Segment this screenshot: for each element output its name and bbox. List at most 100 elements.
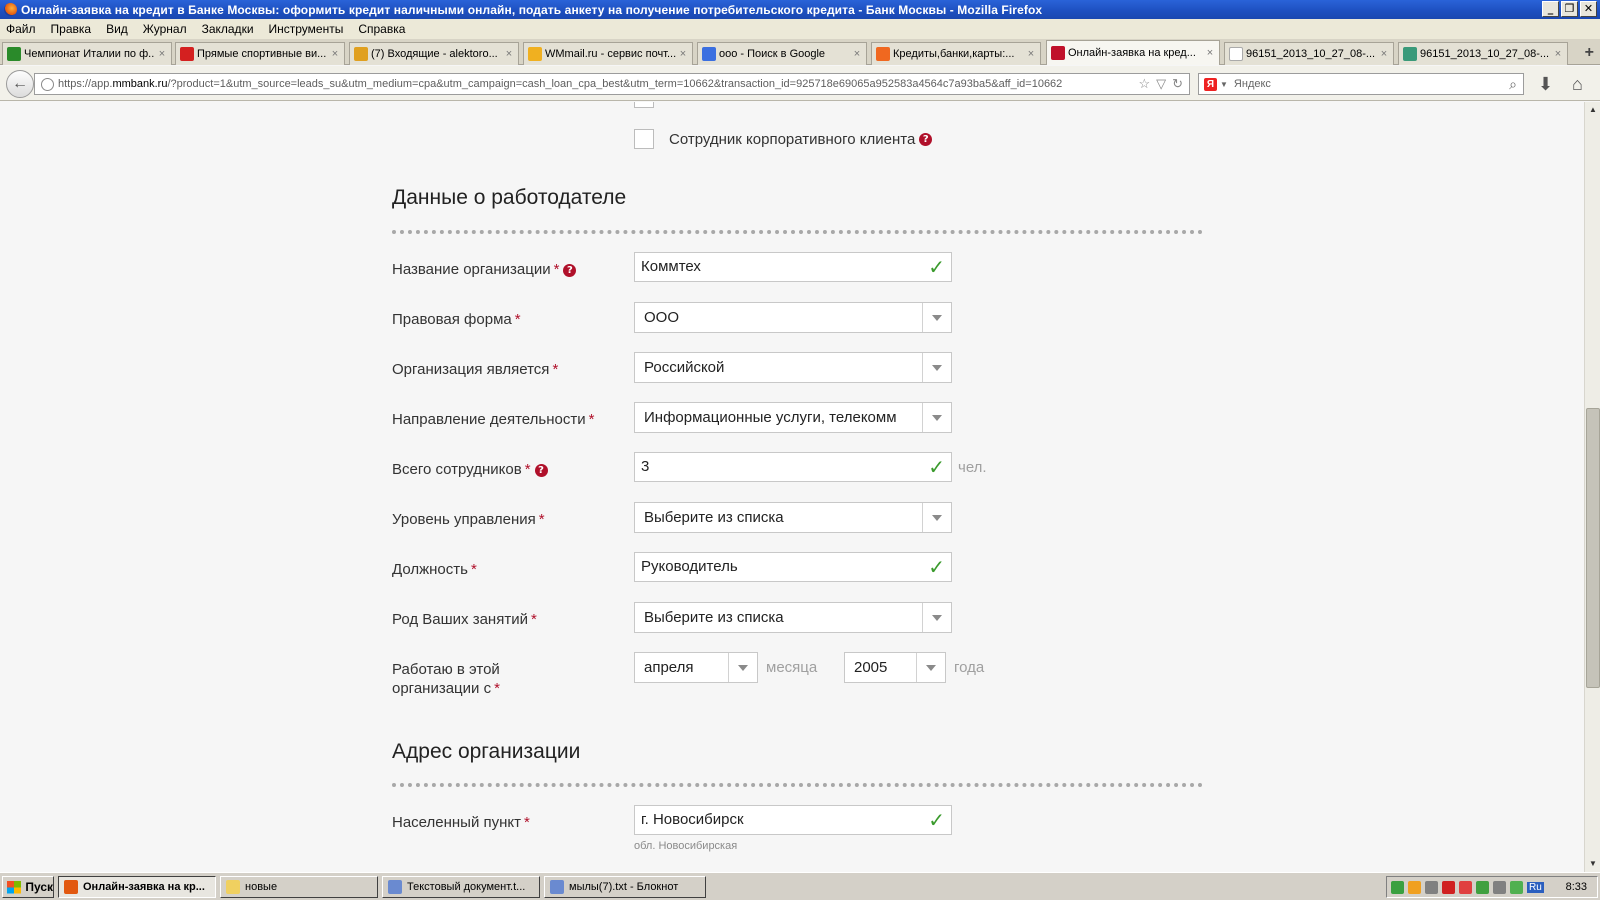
scrollbar-thumb[interactable] xyxy=(1586,408,1600,688)
tab-8[interactable]: 96151_2013_10_27_08-... × xyxy=(1224,42,1394,65)
taskbar-item-folder[interactable]: новые xyxy=(220,876,378,898)
org-name-input[interactable]: Коммтех ✓ xyxy=(634,252,952,282)
reload-icon[interactable]: ↻ xyxy=(1172,76,1183,92)
back-button[interactable]: ← xyxy=(6,70,34,98)
tab-label: ooo - Поиск в Google xyxy=(719,48,826,60)
tab-4[interactable]: WMmail.ru - сервис почт... × xyxy=(523,42,693,65)
work-since-month-select[interactable]: апреля xyxy=(634,652,758,683)
tab-close-icon[interactable]: × xyxy=(1203,47,1217,59)
system-tray: Ru 8:33 xyxy=(1386,876,1598,898)
tab-close-icon[interactable]: × xyxy=(676,48,690,60)
search-input[interactable]: Яндекс xyxy=(1234,78,1509,90)
bookmark-star-icon[interactable]: ☆ xyxy=(1138,76,1150,92)
globe-icon xyxy=(41,77,54,91)
tray-icon[interactable] xyxy=(1425,880,1438,894)
windows-flag-icon xyxy=(7,880,22,894)
menu-tools[interactable]: Инструменты xyxy=(269,22,344,36)
city-label: Населенный пункт * xyxy=(392,814,530,831)
work-since-year-select[interactable]: 2005 xyxy=(844,652,946,683)
tab-close-icon[interactable]: × xyxy=(328,48,342,60)
menu-file[interactable]: Файл xyxy=(6,22,36,36)
activity-select[interactable]: Информационные услуги, телекомм xyxy=(634,402,952,433)
search-bar[interactable]: Я ▼ Яндекс ⌕ xyxy=(1198,73,1524,95)
taskbar-item-firefox[interactable]: Онлайн-заявка на кр... xyxy=(58,876,216,898)
language-indicator[interactable]: Ru xyxy=(1527,881,1544,893)
occupation-select[interactable]: Выберите из списка xyxy=(634,602,952,633)
close-button[interactable]: ✕ xyxy=(1580,1,1597,17)
tab-7-active[interactable]: Онлайн-заявка на кред... × xyxy=(1046,40,1220,65)
tray-icon[interactable] xyxy=(1493,880,1506,894)
minimize-button[interactable]: _ xyxy=(1542,1,1559,17)
search-engine-dropdown-icon[interactable]: ▼ xyxy=(1220,80,1228,89)
scroll-down-icon[interactable]: ▼ xyxy=(1585,856,1600,872)
home-icon[interactable]: ⌂ xyxy=(1572,74,1583,95)
tab-3[interactable]: (7) Входящие - alektoro... × xyxy=(349,42,519,65)
tab-5[interactable]: ooo - Поиск в Google × xyxy=(697,42,867,65)
tab-1[interactable]: Чемпионат Италии по ф... × xyxy=(2,42,172,65)
tab-close-icon[interactable]: × xyxy=(1551,48,1565,60)
chevron-down-icon[interactable] xyxy=(922,603,951,632)
new-tab-button[interactable]: + xyxy=(1585,44,1594,62)
chevron-down-icon[interactable] xyxy=(922,503,951,532)
legal-form-select[interactable]: ООО xyxy=(634,302,952,333)
tab-strip: Чемпионат Италии по ф... × Прямые спорти… xyxy=(0,39,1600,65)
tab-close-icon[interactable]: × xyxy=(502,48,516,60)
url-bar[interactable]: https://app.mmbank.ru/?product=1&utm_sou… xyxy=(34,73,1190,95)
tab-close-icon[interactable]: × xyxy=(1377,48,1391,60)
tab-label: WMmail.ru - сервис почт... xyxy=(545,48,676,60)
chevron-down-icon[interactable] xyxy=(728,653,757,682)
tray-icon[interactable] xyxy=(1408,880,1421,894)
notepad-icon xyxy=(388,880,402,894)
download-icon[interactable]: ⬇ xyxy=(1538,74,1553,95)
menu-history[interactable]: Журнал xyxy=(143,22,187,36)
page-scrollbar[interactable]: ▲ ▼ xyxy=(1584,102,1600,872)
help-icon[interactable]: ? xyxy=(563,263,577,277)
org-type-select[interactable]: Российской xyxy=(634,352,952,383)
taskbar-item-notepad-2[interactable]: мылы(7).txt - Блокнот xyxy=(544,876,706,898)
url-dropdown-icon[interactable]: ▽ xyxy=(1156,76,1166,92)
position-input[interactable]: Руководитель ✓ xyxy=(634,552,952,582)
chevron-down-icon[interactable] xyxy=(922,353,951,382)
tray-icon[interactable] xyxy=(1476,880,1489,894)
checkbox-partial[interactable] xyxy=(634,102,654,108)
scroll-up-icon[interactable]: ▲ xyxy=(1585,102,1600,118)
menu-view[interactable]: Вид xyxy=(106,22,128,36)
chevron-down-icon[interactable] xyxy=(922,403,951,432)
taskbar: Пуск Онлайн-заявка на кр... новые Тексто… xyxy=(0,872,1600,900)
help-icon[interactable]: ? xyxy=(919,132,933,146)
menu-bookmarks[interactable]: Закладки xyxy=(202,22,254,36)
management-level-select[interactable]: Выберите из списка xyxy=(634,502,952,533)
maximize-button[interactable]: ❐ xyxy=(1561,1,1578,17)
favicon-icon xyxy=(1403,47,1417,61)
tab-2[interactable]: Прямые спортивные ви... × xyxy=(175,42,345,65)
tab-label: Кредиты,банки,карты:... xyxy=(893,48,1015,60)
menu-edit[interactable]: Правка xyxy=(51,22,92,36)
folder-icon xyxy=(226,880,240,894)
tray-icon[interactable] xyxy=(1510,880,1523,894)
city-input[interactable]: г. Новосибирск ✓ xyxy=(634,805,952,835)
menu-help[interactable]: Справка xyxy=(358,22,405,36)
tab-9[interactable]: 96151_2013_10_27_08-... × xyxy=(1398,42,1568,65)
page-content: Сотрудник корпоративного клиента ? Данны… xyxy=(0,102,1584,872)
tray-icon[interactable] xyxy=(1391,880,1404,894)
favicon-icon xyxy=(528,47,542,61)
tab-6[interactable]: Кредиты,банки,карты:... × xyxy=(871,42,1041,65)
corporate-client-checkbox[interactable] xyxy=(634,129,654,149)
tab-close-icon[interactable]: × xyxy=(850,48,864,60)
tray-icon[interactable] xyxy=(1459,880,1472,894)
taskbar-item-notepad-1[interactable]: Текстовый документ.t... xyxy=(382,876,540,898)
search-icon[interactable]: ⌕ xyxy=(1509,76,1517,93)
tab-close-icon[interactable]: × xyxy=(1024,48,1038,60)
favicon-icon xyxy=(354,47,368,61)
window-title: Онлайн-заявка на кредит в Банке Москвы: … xyxy=(21,2,1043,17)
help-icon[interactable]: ? xyxy=(534,463,548,477)
url-text[interactable]: https://app.mmbank.ru/?product=1&utm_sou… xyxy=(58,78,1138,90)
yandex-icon[interactable]: Я xyxy=(1204,77,1217,91)
start-button[interactable]: Пуск xyxy=(2,876,54,898)
tray-icon[interactable] xyxy=(1442,880,1455,894)
tab-close-icon[interactable]: × xyxy=(155,48,169,60)
chevron-down-icon[interactable] xyxy=(916,653,945,682)
employees-input[interactable]: 3 ✓ xyxy=(634,452,952,482)
chevron-down-icon[interactable] xyxy=(922,303,951,332)
window-titlebar[interactable]: Онлайн-заявка на кредит в Банке Москвы: … xyxy=(0,0,1600,19)
